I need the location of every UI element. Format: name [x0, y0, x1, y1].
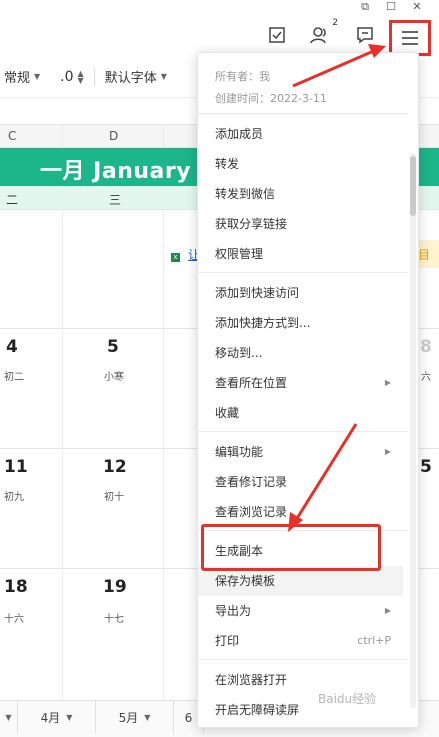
annotation-arrow-to-menu-button	[292, 44, 386, 88]
watermark: Baidu经验	[318, 692, 377, 706]
annotation-arrows	[288, 44, 386, 532]
app-window: ⧉ ☐ ✕ 2 常规 ▼ .0 ▲ ▼ 默认字体 ▼ C D 一月 Januar…	[0, 0, 439, 737]
annotation-arrow-to-copy	[288, 423, 358, 532]
